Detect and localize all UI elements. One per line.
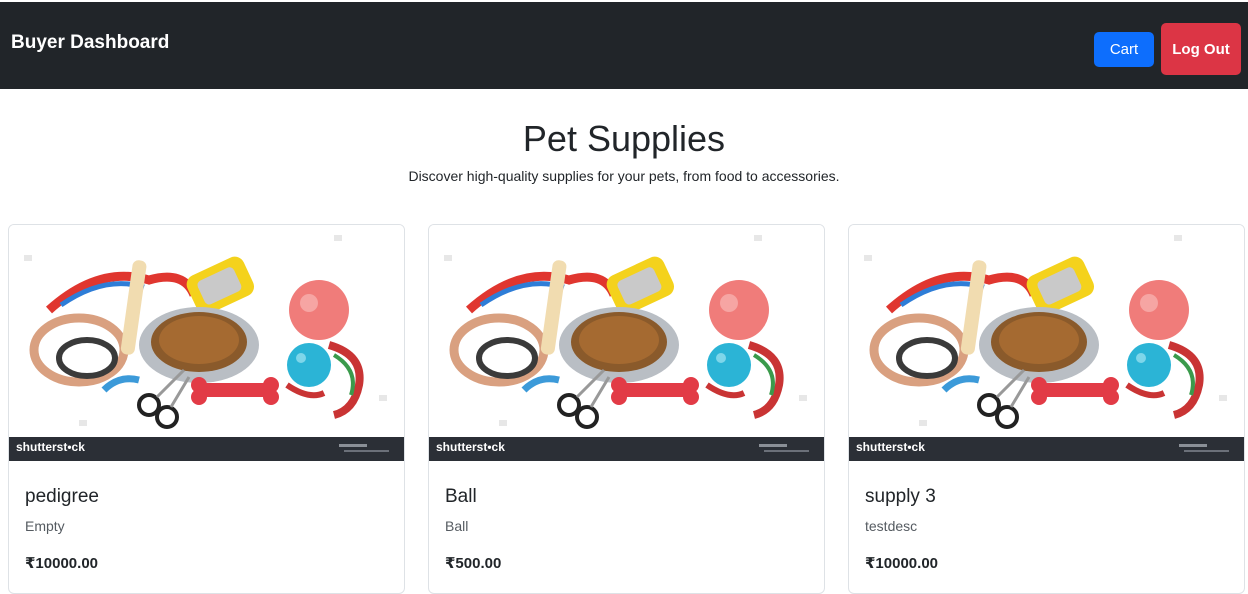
nav-actions: Cart Log Out bbox=[1094, 23, 1241, 75]
product-description: testdesc bbox=[865, 518, 918, 534]
image-watermark: shutterst•ck bbox=[856, 440, 925, 454]
product-grid: shutterst•ck pedigree Empty ₹10000.00 sh… bbox=[8, 224, 1245, 594]
brand-title: Buyer Dashboard bbox=[11, 32, 170, 53]
product-name: Ball bbox=[445, 486, 477, 507]
product-image bbox=[849, 225, 1244, 461]
page-subtitle: Discover high-quality supplies for your … bbox=[408, 168, 840, 184]
product-card[interactable]: shutterst•ck pedigree Empty ₹10000.00 bbox=[8, 224, 405, 594]
image-watermark: shutterst•ck bbox=[436, 440, 505, 454]
top-navbar: Buyer Dashboard Cart Log Out bbox=[0, 2, 1248, 89]
product-price: ₹10000.00 bbox=[865, 555, 939, 572]
product-price: ₹500.00 bbox=[445, 555, 502, 572]
product-description: Ball bbox=[445, 518, 469, 534]
product-description: Empty bbox=[25, 518, 65, 534]
hero-section: Pet Supplies Discover high-quality suppl… bbox=[0, 118, 1248, 184]
product-price: ₹10000.00 bbox=[25, 555, 99, 572]
logout-button[interactable]: Log Out bbox=[1161, 23, 1241, 75]
cart-button[interactable]: Cart bbox=[1094, 32, 1154, 67]
product-name: supply 3 bbox=[865, 486, 936, 507]
product-card[interactable]: shutterst•ck supply 3 testdesc ₹10000.00 bbox=[848, 224, 1245, 594]
page-title: Pet Supplies bbox=[522, 118, 726, 159]
product-name: pedigree bbox=[25, 486, 99, 507]
image-watermark: shutterst•ck bbox=[16, 440, 85, 454]
product-image bbox=[9, 225, 404, 461]
product-image bbox=[429, 225, 824, 461]
product-card[interactable]: shutterst•ck Ball Ball ₹500.00 bbox=[428, 224, 825, 594]
